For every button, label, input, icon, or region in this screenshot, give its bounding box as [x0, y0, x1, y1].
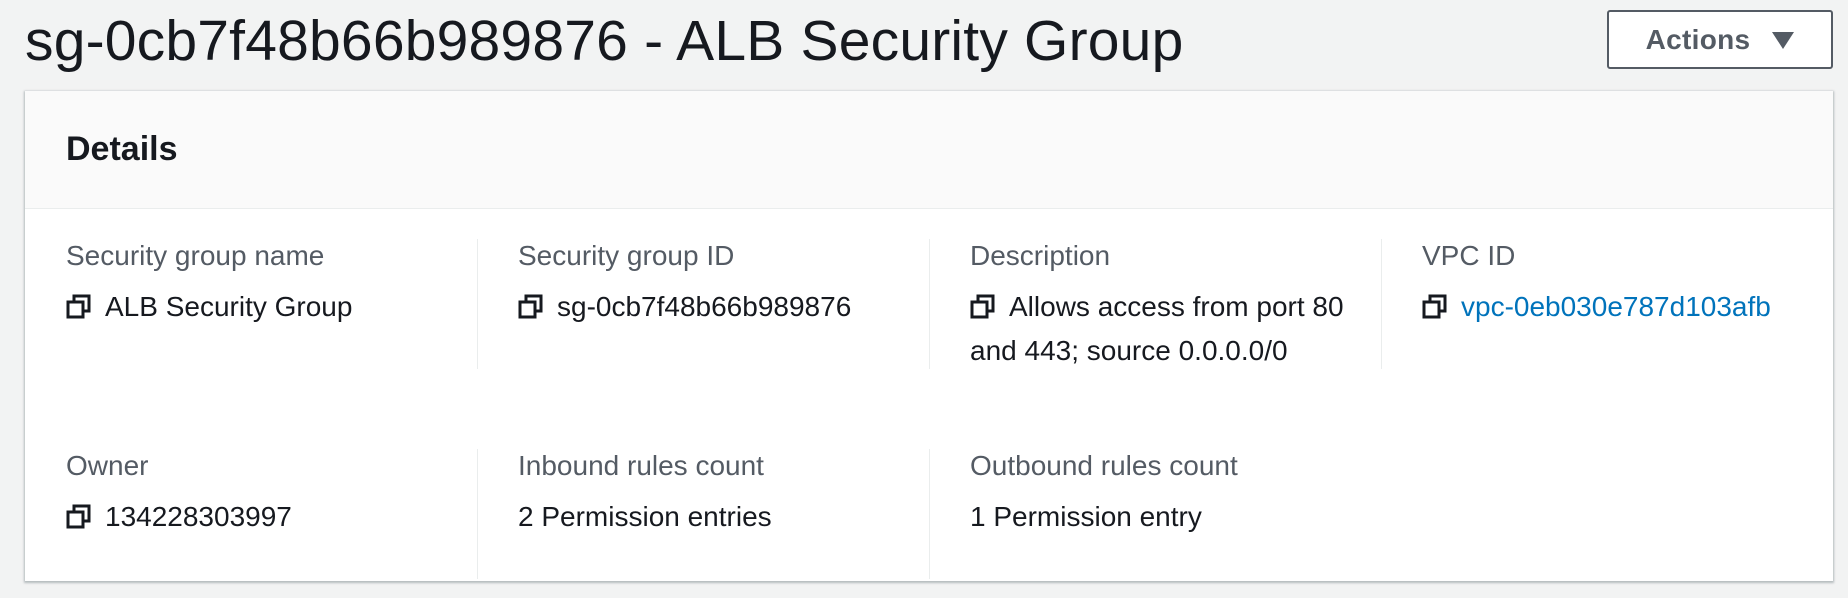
- outbound-rules-count-value: 1 Permission entry: [970, 501, 1202, 532]
- field-value: Allows access from port 80 and 443; sour…: [970, 287, 1361, 371]
- field-vpc-id: VPC ID vpc-0eb030e787d103afb: [1381, 239, 1833, 369]
- field-value: sg-0cb7f48b66b989876: [518, 287, 909, 331]
- details-panel: Details Security group name ALB Security…: [25, 91, 1833, 581]
- details-panel-header: Details: [25, 91, 1833, 209]
- copy-icon[interactable]: [970, 291, 996, 331]
- copy-icon[interactable]: [518, 291, 544, 331]
- field-label: Description: [970, 240, 1111, 271]
- field-value: vpc-0eb030e787d103afb: [1422, 287, 1813, 331]
- field-inbound-rules-count: Inbound rules count 2 Permission entries: [477, 449, 929, 579]
- caret-down-icon: [1772, 32, 1795, 49]
- owner-value: 134228303997: [105, 501, 292, 532]
- inbound-rules-count-value: 2 Permission entries: [518, 501, 772, 532]
- field-label: Security group name: [66, 240, 325, 271]
- field-value: 134228303997: [66, 497, 457, 541]
- security-group-id-value: sg-0cb7f48b66b989876: [557, 291, 852, 322]
- field-value: ALB Security Group: [66, 287, 457, 331]
- field-security-group-id: Security group ID sg-0cb7f48b66b989876: [477, 239, 929, 369]
- page-header: sg-0cb7f48b66b989876 - ALB Security Grou…: [0, 0, 1848, 90]
- actions-button[interactable]: Actions: [1607, 10, 1833, 69]
- field-label: Outbound rules count: [970, 450, 1238, 481]
- security-group-name-value: ALB Security Group: [105, 291, 353, 322]
- vpc-id-link[interactable]: vpc-0eb030e787d103afb: [1461, 291, 1771, 322]
- field-label: VPC ID: [1422, 240, 1516, 271]
- actions-button-label: Actions: [1645, 23, 1751, 55]
- field-label: Inbound rules count: [518, 450, 764, 481]
- copy-icon[interactable]: [66, 501, 92, 541]
- details-title: Details: [66, 130, 178, 168]
- field-label: Security group ID: [518, 240, 735, 271]
- field-description: Description Allows access from port 80 a…: [929, 239, 1381, 371]
- copy-icon[interactable]: [66, 291, 92, 331]
- page-title: sg-0cb7f48b66b989876 - ALB Security Grou…: [25, 9, 1184, 73]
- field-label: Owner: [66, 450, 149, 481]
- field-outbound-rules-count: Outbound rules count 1 Permission entry: [929, 449, 1381, 579]
- field-security-group-name: Security group name ALB Security Group: [25, 239, 477, 331]
- details-grid: Security group name ALB Security Group S…: [25, 209, 1833, 581]
- copy-icon[interactable]: [1422, 291, 1448, 331]
- description-value: Allows access from port 80 and 443; sour…: [970, 291, 1344, 366]
- field-owner: Owner 134228303997: [25, 449, 477, 541]
